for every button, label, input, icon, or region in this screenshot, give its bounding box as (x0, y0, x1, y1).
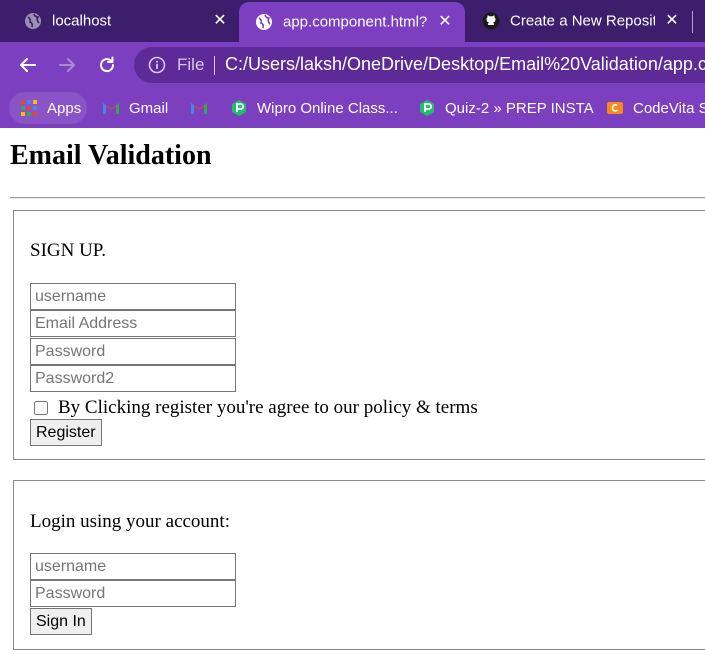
globe-icon (25, 13, 41, 29)
signin-button[interactable]: Sign In (30, 608, 92, 635)
close-tab-icon[interactable]: ✕ (212, 13, 228, 29)
prepinsta-icon (420, 100, 434, 116)
tab-title: Create a New Reposito (510, 12, 655, 30)
signup-title: SIGN UP. (30, 240, 107, 261)
gmail-icon (191, 103, 207, 114)
signup-password-input[interactable] (30, 338, 236, 365)
scheme-label: File (177, 55, 205, 74)
bookmark-wipro[interactable]: Wipro Online Class... (230, 88, 398, 128)
tab-divider (692, 11, 693, 33)
signup-form: SIGN UP. By Clicking register you're agr… (13, 210, 705, 460)
bookmark-gmail-icon-only[interactable] (190, 88, 217, 128)
login-password-input[interactable] (30, 580, 236, 607)
bookmark-label: Quiz-2 » PREP INSTA (445, 99, 594, 117)
globe-icon (256, 14, 272, 30)
bookmark-label: Wipro Online Class... (257, 99, 398, 117)
signup-email-input[interactable] (30, 310, 236, 337)
signup-username-input[interactable] (30, 283, 236, 310)
close-tab-icon[interactable]: ✕ (664, 13, 680, 29)
reload-icon (100, 56, 115, 73)
info-icon[interactable] (148, 56, 166, 74)
page-content: Email Validation SIGN UP. By Clicking re… (0, 128, 705, 654)
tab-create-repository[interactable]: Create a New Reposito ✕ (466, 0, 691, 42)
tab-app-component[interactable]: app.component.html? ✕ (239, 2, 465, 42)
browser-toolbar: File C:/Users/laksh/OneDrive/Desktop/Ema… (0, 42, 705, 88)
forward-button[interactable] (55, 53, 79, 77)
bookmark-gmail[interactable]: Gmail (102, 88, 168, 128)
register-button[interactable]: Register (30, 419, 102, 446)
bookmark-apps[interactable]: Apps (20, 88, 81, 128)
login-username-input[interactable] (30, 553, 236, 580)
bookmark-codevita[interactable]: CodeVita S (606, 88, 705, 128)
tab-localhost[interactable]: localhost ✕ (8, 0, 236, 42)
page-title: Email Validation (10, 140, 212, 171)
codevita-icon (607, 102, 623, 114)
bookmark-label: CodeVita S (633, 99, 705, 117)
apps-grid-icon (21, 100, 37, 116)
terms-checkbox[interactable] (34, 401, 48, 415)
tab-strip: localhost ✕ app.component.html? ✕ Create… (0, 0, 705, 42)
bookmark-label: Gmail (129, 99, 169, 117)
horizontal-rule (10, 197, 705, 199)
terms-row: By Clicking register you're agree to our… (34, 397, 478, 419)
github-icon (482, 12, 500, 30)
terms-label: By Clicking register you're agree to our… (58, 397, 478, 418)
close-tab-icon[interactable]: ✕ (437, 14, 453, 30)
address-bar[interactable]: File C:/Users/laksh/OneDrive/Desktop/Ema… (134, 47, 705, 83)
login-form: Login using your account: Sign In (13, 480, 705, 650)
signup-password2-input[interactable] (30, 365, 236, 392)
url-text[interactable]: C:/Users/laksh/OneDrive/Desktop/Email%20… (225, 54, 705, 75)
arrow-left-icon (20, 58, 36, 72)
login-title: Login using your account: (30, 511, 230, 532)
tab-title: localhost (52, 12, 112, 30)
bookmark-label: Apps (47, 99, 82, 117)
bookmarks-bar: Apps Gmail Wipro Online Class... Quiz-2 … (0, 88, 705, 128)
gmail-icon (103, 103, 119, 114)
arrow-right-icon (59, 58, 75, 72)
prepinsta-icon (232, 100, 246, 116)
tab-title: app.component.html? (283, 13, 428, 31)
address-separator (214, 56, 215, 75)
back-button[interactable] (16, 53, 40, 77)
reload-button[interactable] (95, 53, 119, 77)
bookmark-quiz[interactable]: Quiz-2 » PREP INSTA (418, 88, 594, 128)
